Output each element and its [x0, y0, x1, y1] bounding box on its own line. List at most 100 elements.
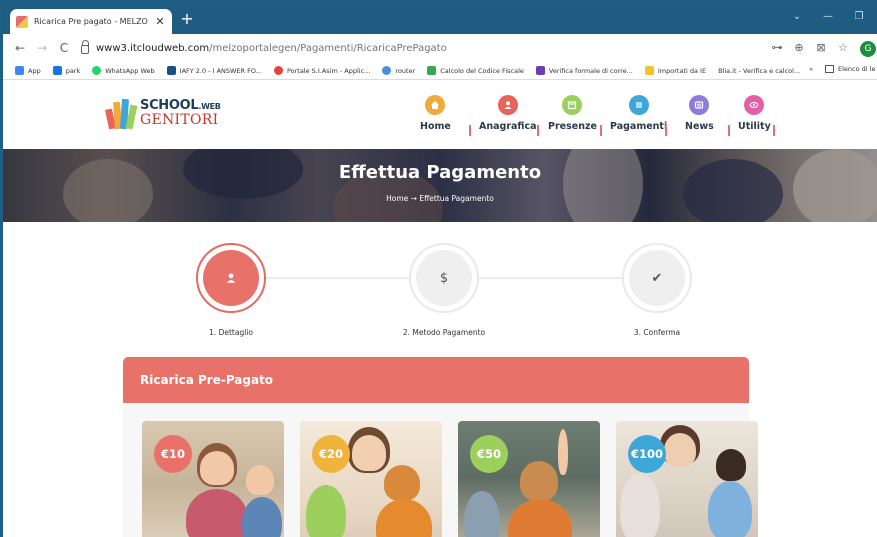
logo-school: SCHOOL	[140, 98, 199, 113]
bookmark-router[interactable]: router	[382, 66, 415, 75]
url-host: www3.itcloudweb.com	[96, 42, 210, 54]
step-2-circle[interactable]: $	[409, 243, 479, 313]
menu-label-utility: Utility	[738, 121, 771, 132]
menu-label-presenze: Presenze	[548, 121, 597, 132]
whatsapp-icon	[92, 66, 102, 75]
school-web-logo[interactable]: SCHOOL.WEB GENITORI	[104, 97, 221, 130]
browser-window: Ricarica Pre pagato - MELZO ✕ + ⌄ — ❐ ← …	[0, 0, 877, 537]
zoom-icon[interactable]: ⊕	[792, 42, 806, 54]
amount-badge: €20	[312, 435, 350, 473]
bookmark-park[interactable]: park	[52, 66, 81, 75]
panel-header: Ricarica Pre-Pagato	[123, 357, 749, 403]
reload-button[interactable]: C	[57, 41, 71, 55]
bookmark-folder-ie[interactable]: Importati da IE	[644, 66, 706, 75]
dollar-icon: $	[416, 250, 472, 306]
panel-title: Ricarica Pre-Pagato	[140, 373, 274, 387]
bookmark-portale[interactable]: Portale S.I.Asim - Applic...	[273, 66, 371, 75]
breadcrumb-separator: →	[408, 194, 420, 203]
step-connector	[265, 277, 415, 279]
breadcrumb-home-link[interactable]: Home	[386, 194, 408, 203]
bookmark-app[interactable]: App	[15, 66, 41, 75]
recharge-card-100[interactable]: €100	[616, 421, 758, 537]
address-bar[interactable]: www3.itcloudweb.com/melzoportalegen/Paga…	[81, 38, 787, 58]
tab-search-icon[interactable]: ⌄	[790, 11, 804, 22]
bookmark-label: App	[28, 66, 41, 75]
restore-button[interactable]: ❐	[852, 11, 866, 22]
logo-hands-icon	[104, 97, 138, 130]
menu-item-utility[interactable]: Utility	[738, 95, 771, 132]
tab-strip: Ricarica Pre pagato - MELZO ✕ + ⌄ — ❐	[3, 3, 877, 34]
menu-label-pagamenti: Pagamenti	[610, 121, 668, 132]
new-tab-button[interactable]: +	[179, 11, 195, 27]
menu-item-home[interactable]: Home	[420, 95, 451, 132]
breadcrumb-current: Effettua Pagamento	[419, 194, 494, 203]
banner-overlay	[3, 149, 877, 222]
menu-label-anagrafica: Anagrafica	[479, 121, 537, 132]
photo-figure	[464, 491, 500, 537]
photo-figure	[508, 499, 572, 537]
page-title: Effettua Pagamento	[338, 162, 542, 183]
news-icon	[689, 95, 710, 115]
step-1-circle[interactable]	[196, 243, 266, 313]
key-icon[interactable]: ⊶	[770, 42, 784, 54]
menu-separator	[728, 125, 730, 136]
bookmark-codice-fiscale[interactable]: Calcolo del Codice Fiscale	[427, 66, 524, 75]
bookmark-iafy[interactable]: IAFY 2.0 - I ANSWER FO...	[166, 66, 262, 75]
menu-item-news[interactable]: News	[685, 95, 714, 132]
folder-icon	[644, 66, 654, 75]
page-banner: Effettua Pagamento Home → Effettua Pagam…	[3, 149, 877, 222]
bookmark-blia[interactable]: Blia.it - Verifica e calcol...	[718, 67, 800, 75]
recharge-card-50[interactable]: €50	[458, 421, 600, 537]
bookmark-label: IAFY 2.0 - I ANSWER FO...	[179, 66, 262, 75]
recharge-panel: Ricarica Pre-Pagato €10 €20 €50 €100	[123, 357, 758, 537]
photo-figure	[200, 451, 234, 485]
site-header: SCHOOL.WEB GENITORI Home Anagrafica Pres…	[3, 81, 877, 149]
home-icon	[425, 95, 446, 115]
amount-badge: €100	[628, 435, 666, 473]
minimize-button[interactable]: —	[821, 11, 835, 22]
reading-list-icon	[825, 65, 834, 73]
profile-avatar[interactable]: G	[860, 41, 876, 57]
menu-separator	[600, 125, 602, 136]
menu-item-presenze[interactable]: Presenze	[548, 95, 597, 132]
step-2-label: 2. Metodo Pagamento	[402, 328, 486, 337]
bookmark-label: WhatsApp Web	[105, 66, 155, 75]
park-icon	[52, 66, 62, 75]
menu-label-home: Home	[420, 121, 451, 132]
calendar-icon	[562, 95, 583, 115]
recharge-card-20[interactable]: €20	[300, 421, 442, 537]
bookmark-label: Portale S.I.Asim - Applic...	[286, 66, 371, 75]
forward-button[interactable]: →	[35, 41, 49, 55]
photo-figure	[384, 465, 420, 501]
globe-icon	[273, 66, 283, 75]
photo-figure	[708, 481, 752, 537]
menu-separator	[773, 125, 775, 136]
more-bookmarks-button[interactable]: »	[809, 65, 813, 73]
url-text: www3.itcloudweb.com/melzoportalegen/Paga…	[96, 43, 447, 54]
list-icon	[628, 95, 649, 115]
site-favicon-icon	[16, 15, 28, 28]
bookmark-whatsapp[interactable]: WhatsApp Web	[92, 66, 155, 75]
close-tab-icon[interactable]: ✕	[154, 15, 166, 28]
browser-tab[interactable]: Ricarica Pre pagato - MELZO ✕	[10, 9, 172, 34]
menu-separator	[469, 125, 471, 136]
apps-grid-icon	[15, 66, 24, 75]
bookmark-label: park	[65, 66, 81, 75]
menu-item-anagrafica[interactable]: Anagrafica	[479, 95, 537, 132]
bookmark-label: Verifica formale di corre...	[548, 66, 633, 75]
eye-icon	[744, 95, 765, 115]
web-page: SCHOOL.WEB GENITORI Home Anagrafica Pres…	[3, 81, 877, 537]
menu-item-pagamenti[interactable]: Pagamenti	[610, 95, 667, 132]
share-icon[interactable]: ⊠	[814, 42, 828, 54]
bookmark-star-icon[interactable]: ☆	[836, 42, 850, 54]
photo-figure	[186, 489, 248, 537]
bookmark-label: router	[395, 66, 416, 75]
back-button[interactable]: ←	[13, 41, 27, 55]
step-3-circle[interactable]: ✔	[622, 243, 692, 313]
verifica-icon	[535, 66, 545, 75]
photo-figure	[376, 499, 432, 537]
reading-list-button[interactable]: Elenco di le	[825, 65, 875, 73]
recharge-card-10[interactable]: €10	[142, 421, 284, 537]
amount-badge: €10	[154, 435, 192, 473]
bookmark-verifica[interactable]: Verifica formale di corre...	[535, 66, 633, 75]
